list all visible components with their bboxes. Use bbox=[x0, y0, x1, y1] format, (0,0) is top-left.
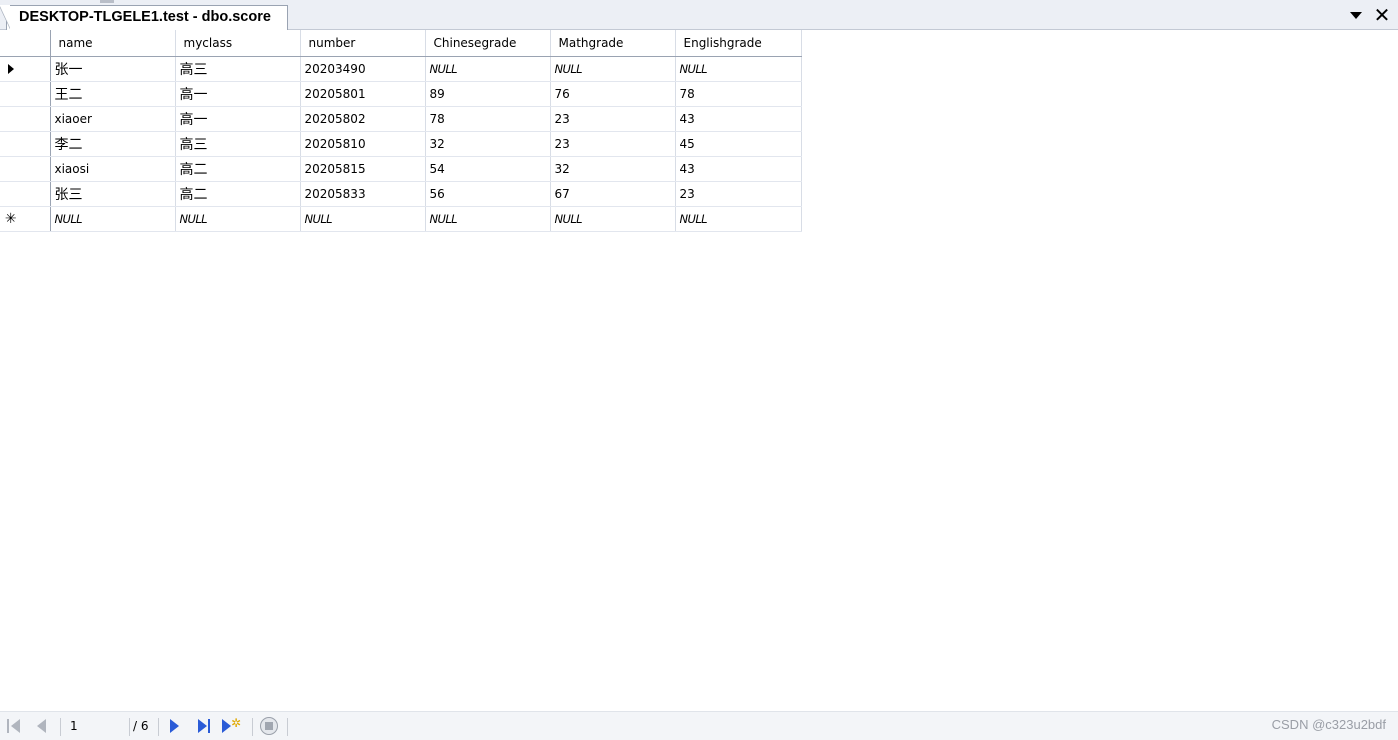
cell-myclass[interactable]: 高三 bbox=[175, 56, 301, 82]
cell-myclass[interactable]: 高一 bbox=[175, 106, 301, 132]
column-header-myclass[interactable]: myclass bbox=[175, 30, 301, 57]
row-selector[interactable] bbox=[0, 181, 51, 207]
cell-name[interactable]: 李二 bbox=[50, 131, 176, 157]
cell-chinesegrade[interactable]: 32 bbox=[425, 131, 551, 157]
table-row[interactable]: 张三 高二 20205833 56 67 23 bbox=[0, 181, 802, 207]
first-record-icon[interactable] bbox=[7, 719, 21, 733]
cell-chinesegrade[interactable]: 54 bbox=[425, 156, 551, 182]
new-record-icon[interactable] bbox=[222, 716, 244, 733]
cell-name[interactable]: 张三 bbox=[50, 181, 176, 207]
tab-dbo-score[interactable]: DESKTOP-TLGELE1.test - dbo.score bbox=[0, 5, 288, 31]
cell-mathgrade[interactable]: 23 bbox=[550, 106, 676, 132]
cell-chinesegrade[interactable]: NULL bbox=[425, 206, 551, 232]
cell-englishgrade[interactable]: NULL bbox=[675, 206, 802, 232]
previous-record-icon[interactable] bbox=[35, 719, 49, 733]
current-record-input[interactable] bbox=[64, 715, 126, 737]
cell-mathgrade[interactable]: NULL bbox=[550, 56, 676, 82]
cell-myclass[interactable]: 高二 bbox=[175, 181, 301, 207]
stop-icon[interactable] bbox=[260, 717, 278, 735]
cell-number[interactable]: 20205810 bbox=[300, 131, 426, 157]
total-records-label: / 6 bbox=[133, 719, 149, 733]
cell-myclass[interactable]: NULL bbox=[175, 206, 301, 232]
row-selector[interactable]: ✳ bbox=[0, 206, 51, 232]
column-header-name[interactable]: name bbox=[50, 30, 176, 57]
document-tab-strip: DESKTOP-TLGELE1.test - dbo.score ✕ bbox=[0, 0, 1398, 31]
cell-englishgrade[interactable]: 23 bbox=[675, 181, 802, 207]
tab-overflow-hint bbox=[100, 0, 114, 3]
cell-englishgrade[interactable]: 43 bbox=[675, 156, 802, 182]
cell-number[interactable]: 20205801 bbox=[300, 81, 426, 107]
table-row[interactable]: 王二 高一 20205801 89 76 78 bbox=[0, 81, 802, 107]
cell-chinesegrade[interactable]: 89 bbox=[425, 81, 551, 107]
header-row: name myclass number Chinesegrade Mathgra… bbox=[0, 30, 802, 57]
next-record-icon[interactable] bbox=[168, 719, 182, 733]
close-icon[interactable]: ✕ bbox=[1372, 5, 1392, 25]
new-row[interactable]: ✳ NULL NULL NULL NULL NULL NULL bbox=[0, 206, 802, 232]
row-selector[interactable] bbox=[0, 131, 51, 157]
cell-myclass[interactable]: 高二 bbox=[175, 156, 301, 182]
last-record-icon[interactable] bbox=[197, 719, 211, 733]
cell-myclass[interactable]: 高一 bbox=[175, 81, 301, 107]
cell-englishgrade[interactable]: 43 bbox=[675, 106, 802, 132]
cell-mathgrade[interactable]: 32 bbox=[550, 156, 676, 182]
row-selector[interactable] bbox=[0, 106, 51, 132]
cell-mathgrade[interactable]: 67 bbox=[550, 181, 676, 207]
cell-englishgrade[interactable]: NULL bbox=[675, 56, 802, 82]
divider bbox=[158, 718, 159, 736]
table-row[interactable]: xiaoer 高一 20205802 78 23 43 bbox=[0, 106, 802, 132]
results-grid: name myclass number Chinesegrade Mathgra… bbox=[0, 30, 802, 232]
cell-name[interactable]: xiaosi bbox=[50, 156, 176, 182]
cell-number[interactable]: 20203490 bbox=[300, 56, 426, 82]
table-row[interactable]: 张一 高三 20203490 NULL NULL NULL bbox=[0, 56, 802, 82]
cell-name[interactable]: xiaoer bbox=[50, 106, 176, 132]
watermark: CSDN @c323u2bdf bbox=[1271, 717, 1386, 732]
row-selector[interactable] bbox=[0, 156, 51, 182]
cell-name[interactable]: 王二 bbox=[50, 81, 176, 107]
cell-name[interactable]: 张一 bbox=[50, 56, 176, 82]
divider bbox=[252, 718, 253, 736]
column-header-chinesegrade[interactable]: Chinesegrade bbox=[425, 30, 551, 57]
cell-number[interactable]: 20205833 bbox=[300, 181, 426, 207]
cell-mathgrade[interactable]: 76 bbox=[550, 81, 676, 107]
cell-myclass[interactable]: 高三 bbox=[175, 131, 301, 157]
cell-chinesegrade[interactable]: 78 bbox=[425, 106, 551, 132]
divider bbox=[129, 718, 130, 736]
chevron-down-icon[interactable] bbox=[1350, 12, 1362, 19]
column-header-mathgrade[interactable]: Mathgrade bbox=[550, 30, 676, 57]
cell-chinesegrade[interactable]: 56 bbox=[425, 181, 551, 207]
divider bbox=[287, 718, 288, 736]
row-selector-header[interactable] bbox=[0, 30, 51, 57]
row-selector[interactable] bbox=[0, 56, 51, 82]
record-navigation-bar: / 6 bbox=[0, 711, 1398, 740]
divider bbox=[60, 718, 61, 736]
column-header-englishgrade[interactable]: Englishgrade bbox=[675, 30, 802, 57]
table-row[interactable]: xiaosi 高二 20205815 54 32 43 bbox=[0, 156, 802, 182]
cell-mathgrade[interactable]: 23 bbox=[550, 131, 676, 157]
cell-number[interactable]: 20205802 bbox=[300, 106, 426, 132]
cell-mathgrade[interactable]: NULL bbox=[550, 206, 676, 232]
cell-number[interactable]: NULL bbox=[300, 206, 426, 232]
cell-number[interactable]: 20205815 bbox=[300, 156, 426, 182]
column-header-number[interactable]: number bbox=[300, 30, 426, 57]
table-row[interactable]: 李二 高三 20205810 32 23 45 bbox=[0, 131, 802, 157]
cell-chinesegrade[interactable]: NULL bbox=[425, 56, 551, 82]
cell-name[interactable]: NULL bbox=[50, 206, 176, 232]
row-selector[interactable] bbox=[0, 81, 51, 107]
current-row-icon bbox=[7, 64, 14, 74]
cell-englishgrade[interactable]: 78 bbox=[675, 81, 802, 107]
new-row-icon: ✳ bbox=[4, 210, 17, 227]
cell-englishgrade[interactable]: 45 bbox=[675, 131, 802, 157]
